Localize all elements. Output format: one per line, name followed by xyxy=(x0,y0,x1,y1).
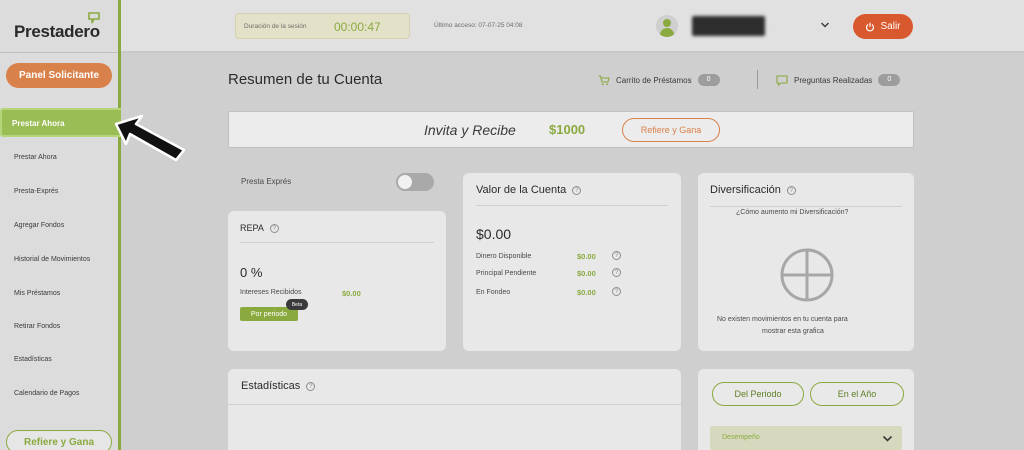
logo: Prestadero xyxy=(14,22,100,41)
stats-divider xyxy=(228,404,681,405)
invite-amount: $1000 xyxy=(549,122,586,137)
logout-button[interactable]: Salir xyxy=(853,14,913,39)
repa-interest-label: Intereses Recibidos xyxy=(240,289,302,296)
diversification-card: Diversificación? ¿Cómo aumento mi Divers… xyxy=(698,173,914,351)
account-total: $0.00 xyxy=(476,226,512,242)
chevron-down-icon[interactable] xyxy=(820,20,830,30)
top-header: Duración de la sesión 00:00:47 Último ac… xyxy=(121,0,1024,52)
presta-expres-toggle[interactable] xyxy=(396,173,434,191)
sidebar-item-prestar-ahora[interactable]: Prestar Ahora xyxy=(14,154,57,161)
questions-label: Preguntas Realizadas xyxy=(794,75,873,85)
chevron-down-icon xyxy=(882,435,893,442)
sidebar-item-agregar-fondos[interactable]: Agregar Fondos xyxy=(14,222,64,229)
en-el-ano-button[interactable]: En el Año xyxy=(810,382,904,406)
username-redacted xyxy=(692,16,765,36)
last-access: Último acceso: 07-07-25 04:08 xyxy=(434,22,523,29)
help-icon[interactable]: ? xyxy=(786,185,796,195)
main-content: Resumen de tu Cuenta Carrito de Préstamo… xyxy=(121,53,1024,450)
sidebar-item-historial[interactable]: Historial de Movimientos xyxy=(14,256,90,263)
diversification-empty-line1: No existen movimientos en tu cuenta para xyxy=(717,316,848,323)
sidebar-item-prestar-ahora-active[interactable]: Prestar Ahora xyxy=(0,108,127,137)
power-icon xyxy=(866,22,875,31)
help-icon[interactable]: ? xyxy=(269,224,279,234)
cart-label: Carrito de Préstamos xyxy=(616,75,692,85)
header-divider xyxy=(757,70,758,89)
repa-card: REPA? 0 % Intereses Recibidos $0.00 Por … xyxy=(228,211,446,351)
cart-count-badge: 0 xyxy=(697,74,720,86)
sidebar-item-calendario[interactable]: Calendario de Pagos xyxy=(14,390,79,397)
pie-chart-placeholder-icon xyxy=(780,248,834,302)
sidebar-divider xyxy=(0,52,118,53)
diversification-help-link[interactable]: ¿Cómo aumento mi Diversificación? xyxy=(736,209,848,216)
invite-text: Invita y Recibe xyxy=(424,122,516,138)
logo-leaf-icon xyxy=(88,12,100,24)
diversification-title: Diversificación? xyxy=(710,184,796,196)
account-divider xyxy=(476,205,668,206)
dinero-disponible-label: Dinero Disponible xyxy=(476,253,532,260)
repa-divider xyxy=(240,242,434,243)
account-value-card: Valor de la Cuenta? $0.00 Dinero Disponi… xyxy=(463,173,681,351)
principal-pendiente-value: $0.00 xyxy=(577,269,596,278)
invite-refer-button[interactable]: Refiere y Gana xyxy=(622,118,720,142)
del-periodo-button[interactable]: Del Periodo xyxy=(712,382,804,406)
panel-solicitante-button[interactable]: Panel Solicitante xyxy=(6,63,112,88)
beta-badge: Beta xyxy=(286,299,308,310)
invite-banner: Invita y Recibe $1000 Refiere y Gana xyxy=(228,111,914,148)
diversification-divider xyxy=(710,206,902,207)
cart-link[interactable]: Carrito de Préstamos 0 xyxy=(598,74,720,86)
help-icon[interactable]: ? xyxy=(572,185,582,195)
dinero-disponible-value: $0.00 xyxy=(577,252,596,261)
sidebar-item-mis-prestamos[interactable]: Mis Préstamos xyxy=(14,290,60,297)
desempeno-select[interactable]: Desempeño xyxy=(710,426,902,450)
help-icon[interactable]: ? xyxy=(306,381,316,391)
session-label: Duración de la sesión xyxy=(244,23,307,30)
help-icon[interactable]: ? xyxy=(612,287,621,296)
session-timer: Duración de la sesión 00:00:47 xyxy=(235,13,410,39)
help-icon[interactable]: ? xyxy=(612,251,621,260)
account-value-title: Valor de la Cuenta? xyxy=(476,184,582,196)
cart-icon xyxy=(598,74,610,85)
logout-label: Salir xyxy=(880,21,901,32)
sidebar-item-estadisticas[interactable]: Estadísticas xyxy=(14,356,52,363)
help-icon[interactable]: ? xyxy=(612,268,621,277)
sidebar-refer-button[interactable]: Refiere y Gana xyxy=(6,430,112,450)
en-fondeo-value: $0.00 xyxy=(577,288,596,297)
sidebar: Prestadero Panel Solicitante Prestar Aho… xyxy=(0,0,127,450)
sidebar-item-retirar-fondos[interactable]: Retirar Fondos xyxy=(14,323,60,330)
repa-title: REPA? xyxy=(240,223,279,234)
session-time: 00:00:47 xyxy=(334,20,381,34)
sidebar-item-presta-expres[interactable]: Presta-Exprés xyxy=(14,188,58,195)
page-title: Resumen de tu Cuenta xyxy=(228,71,383,88)
questions-count-badge: 0 xyxy=(878,74,901,86)
stats-title: Estadísticas? xyxy=(241,380,316,392)
select-value: Desempeño xyxy=(722,434,760,441)
diversification-empty-line2: mostrar esta grafica xyxy=(762,328,824,335)
repa-percent: 0 % xyxy=(240,265,263,280)
principal-pendiente-label: Principal Pendiente xyxy=(476,270,537,277)
user-avatar-icon[interactable] xyxy=(656,15,678,37)
questions-link[interactable]: Preguntas Realizadas 0 xyxy=(776,74,901,86)
period-panel: Del Periodo En el Año Desempeño xyxy=(698,369,914,450)
mouse-cursor-icon xyxy=(114,114,186,162)
stats-card: Estadísticas? xyxy=(228,369,681,450)
presta-expres-label: Presta Exprés xyxy=(241,177,292,186)
toggle-knob xyxy=(398,175,412,189)
en-fondeo-label: En Fondeo xyxy=(476,289,511,296)
repa-interest-value: $0.00 xyxy=(342,289,361,298)
chat-icon xyxy=(776,74,788,86)
